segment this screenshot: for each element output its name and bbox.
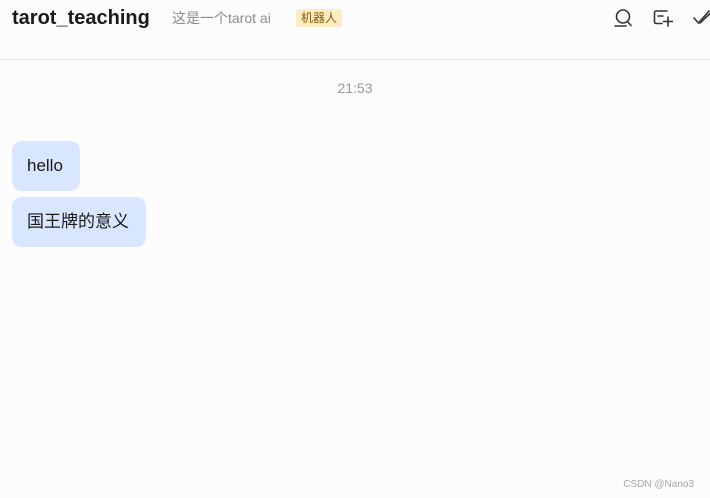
message-bubble[interactable]: hello xyxy=(12,141,80,191)
chat-title: tarot_teaching xyxy=(12,7,150,29)
message-bubble[interactable]: 国王牌的意义 xyxy=(12,197,146,247)
bot-badge: 机器人 xyxy=(296,9,343,27)
add-chat-icon[interactable] xyxy=(652,7,674,29)
chat-header: tarot_teaching 这是一个tarot ai 机器人 xyxy=(0,0,710,60)
message-timestamp: 21:53 xyxy=(337,80,373,96)
watermark: CSDN @Nano3 xyxy=(623,479,694,490)
chat-subtitle: 这是一个tarot ai xyxy=(172,10,271,26)
search-icon[interactable] xyxy=(612,7,634,29)
select-check-icon[interactable] xyxy=(691,7,710,29)
